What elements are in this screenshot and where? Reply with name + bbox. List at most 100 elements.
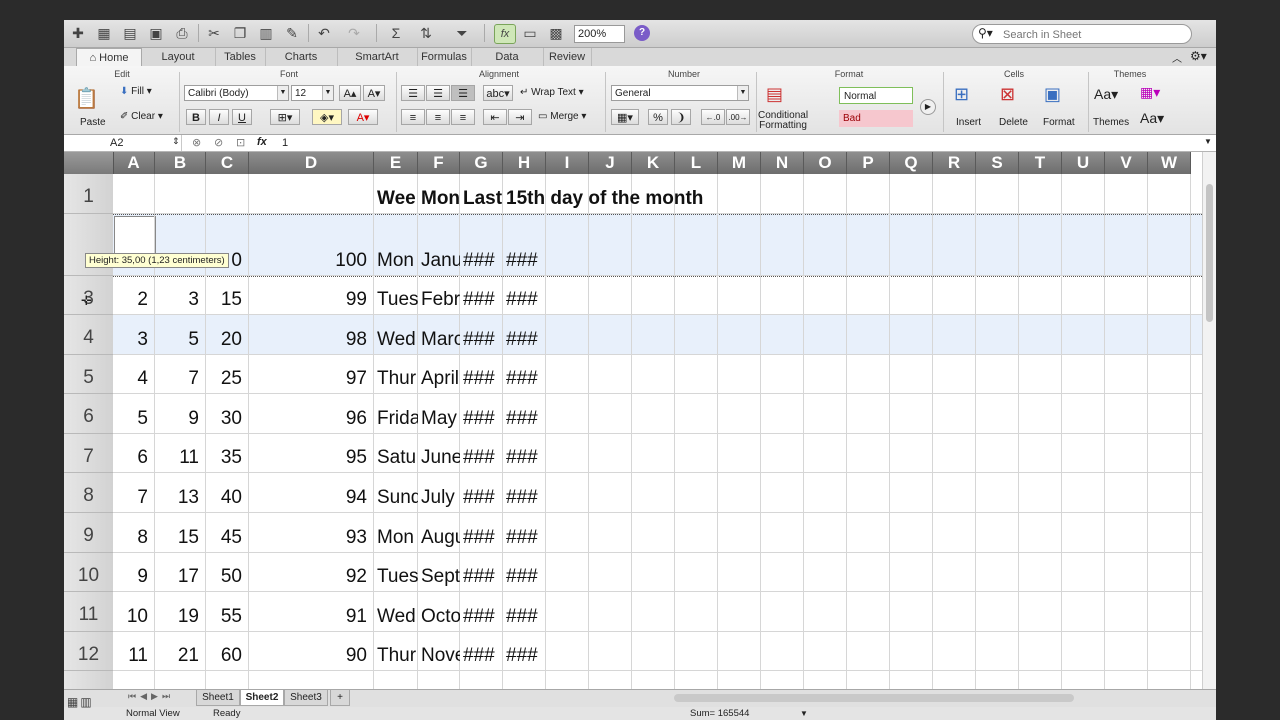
help-icon[interactable]: ? xyxy=(634,25,650,41)
cell-c-8[interactable]: 40 xyxy=(206,486,242,510)
align-center-button[interactable]: ≡ xyxy=(426,109,450,125)
tab-tables[interactable]: Tables xyxy=(215,48,266,66)
row-header-13[interactable] xyxy=(64,671,113,689)
decrease-font-button[interactable]: A▾ xyxy=(363,85,385,101)
sheet-grid[interactable]: A B C D E F G H I J K L M N O P Q R S T U V W 1 3 4 5 6 7 8 9 10 11 12 Wee… xyxy=(64,152,1202,689)
increase-indent-button[interactable]: ⇥ xyxy=(508,109,532,125)
cell-h-12[interactable]: ### xyxy=(503,644,546,668)
fill-button[interactable]: ⬇ Fill ▾ xyxy=(120,86,152,97)
cell-d-7[interactable]: 95 xyxy=(249,446,367,470)
cell-h-6[interactable]: ### xyxy=(503,407,546,431)
cell-a-5[interactable]: 4 xyxy=(113,367,148,391)
merge-button[interactable]: ▭ Merge ▾ xyxy=(538,111,586,122)
row-header-9[interactable]: 9 xyxy=(64,513,113,553)
accounting-format-button[interactable]: ▦▾ xyxy=(611,109,639,125)
tab-smartart[interactable]: SmartArt xyxy=(337,48,418,66)
cell-f-12[interactable]: Nove xyxy=(418,644,460,668)
cell-d-12[interactable]: 90 xyxy=(249,644,367,668)
orientation-button[interactable]: abc▾ xyxy=(483,85,513,101)
sum-label[interactable]: Sum= 165544 xyxy=(690,707,749,720)
vertical-scrollbar[interactable] xyxy=(1202,152,1216,689)
column-header-p[interactable]: P xyxy=(847,152,890,174)
cell-h-9[interactable]: ### xyxy=(503,526,546,550)
vertical-scroll-thumb[interactable] xyxy=(1206,184,1213,322)
cell-f-10[interactable]: Sept xyxy=(418,565,460,589)
cell-h-10[interactable]: ### xyxy=(503,565,546,589)
cell-c-11[interactable]: 55 xyxy=(206,605,242,629)
insert-cells-icon[interactable]: ⊞ xyxy=(954,84,969,105)
cell-d-2[interactable]: 100 xyxy=(249,249,367,273)
cell-h-7[interactable]: ### xyxy=(503,446,546,470)
cell-g-1[interactable]: Last xyxy=(460,187,503,211)
cut-icon[interactable]: ✂ xyxy=(204,24,224,42)
redo-icon[interactable]: ↷ xyxy=(344,24,364,42)
column-header-h[interactable]: H xyxy=(503,152,546,174)
column-header-w[interactable]: W xyxy=(1148,152,1191,174)
decrease-decimal-button[interactable]: .00→ xyxy=(726,109,750,125)
column-header-b[interactable]: B xyxy=(155,152,206,174)
style-normal[interactable]: Normal xyxy=(839,87,913,104)
themes-icon[interactable]: Aa▾ xyxy=(1094,86,1118,103)
column-header-q[interactable]: Q xyxy=(890,152,933,174)
cell-d-8[interactable]: 94 xyxy=(249,486,367,510)
cell-b-5[interactable]: 7 xyxy=(155,367,199,391)
cell-b-7[interactable]: 11 xyxy=(155,446,199,470)
column-header-n[interactable]: N xyxy=(761,152,804,174)
percent-button[interactable]: % xyxy=(648,109,668,125)
format-painter-icon[interactable]: ✎ xyxy=(282,24,302,42)
cell-g-10[interactable]: ### xyxy=(460,565,503,589)
cell-f-11[interactable]: Octo xyxy=(418,605,460,629)
print-icon[interactable]: ⎙ xyxy=(172,24,192,42)
column-header-s[interactable]: S xyxy=(976,152,1019,174)
cell-h-2[interactable]: ### xyxy=(503,249,546,273)
style-bad[interactable]: Bad xyxy=(839,110,913,127)
cell-a-11[interactable]: 10 xyxy=(113,605,148,629)
cell-g-6[interactable]: ### xyxy=(460,407,503,431)
cell-e-4[interactable]: Wed xyxy=(374,328,418,352)
row-header-6[interactable]: 6 xyxy=(64,394,113,434)
cell-a-12[interactable]: 11 xyxy=(113,644,148,668)
search-box[interactable]: ⚲▾ xyxy=(972,24,1192,44)
column-header-c[interactable]: C xyxy=(206,152,249,174)
cell-b-8[interactable]: 13 xyxy=(155,486,199,510)
save-icon[interactable]: ▣ xyxy=(146,24,166,42)
cell-f-7[interactable]: June xyxy=(418,446,460,470)
cell-a-8[interactable]: 7 xyxy=(113,486,148,510)
paste-button[interactable]: Paste xyxy=(80,117,106,128)
column-header-o[interactable]: O xyxy=(804,152,847,174)
sheet-tab-2[interactable]: Sheet2 xyxy=(240,690,284,706)
cancel-icon[interactable]: ⊗ xyxy=(192,136,201,149)
cell-h-3[interactable]: ### xyxy=(503,288,546,312)
active-cell[interactable] xyxy=(114,216,156,255)
cell-c-9[interactable]: 45 xyxy=(206,526,242,550)
column-header-e[interactable]: E xyxy=(374,152,418,174)
cell-e-5[interactable]: Thur xyxy=(374,367,418,391)
cell-e-6[interactable]: Frida xyxy=(374,407,418,431)
row-header-10[interactable]: 10 xyxy=(64,553,113,592)
cell-g-3[interactable]: ### xyxy=(460,288,503,312)
cell-e-9[interactable]: Mon xyxy=(374,526,418,550)
row-header-7[interactable]: 7 xyxy=(64,434,113,473)
paste-clipboard-icon[interactable]: 📋 xyxy=(74,86,99,111)
cell-f-5[interactable]: April xyxy=(418,367,460,391)
cell-e-7[interactable]: Satu xyxy=(374,446,418,470)
cell-h-4[interactable]: ### xyxy=(503,328,546,352)
cell-h-5[interactable]: ### xyxy=(503,367,546,391)
cell-h-8[interactable]: ### xyxy=(503,486,546,510)
sort-icon[interactable]: ⇅ xyxy=(416,24,436,42)
name-box[interactable]: A2 xyxy=(64,135,182,151)
increase-decimal-button[interactable]: ←.0 xyxy=(701,109,725,125)
cell-g-11[interactable]: ### xyxy=(460,605,503,629)
bold-button[interactable]: B xyxy=(186,109,206,125)
format-button[interactable]: Format xyxy=(1043,117,1075,128)
sheet-nav-arrows-icon[interactable]: ⏮◀▶⏭ xyxy=(128,691,174,702)
media-browser-icon[interactable]: ▩ xyxy=(546,24,566,42)
cell-c-6[interactable]: 30 xyxy=(206,407,242,431)
add-sheet-button[interactable]: + xyxy=(330,690,350,706)
cell-g-4[interactable]: ### xyxy=(460,328,503,352)
row-header-1[interactable]: 1 xyxy=(64,174,113,214)
cell-c-7[interactable]: 35 xyxy=(206,446,242,470)
gallery-icon[interactable]: ▦ xyxy=(94,24,114,42)
cell-d-4[interactable]: 98 xyxy=(249,328,367,352)
cell-b-4[interactable]: 5 xyxy=(155,328,199,352)
